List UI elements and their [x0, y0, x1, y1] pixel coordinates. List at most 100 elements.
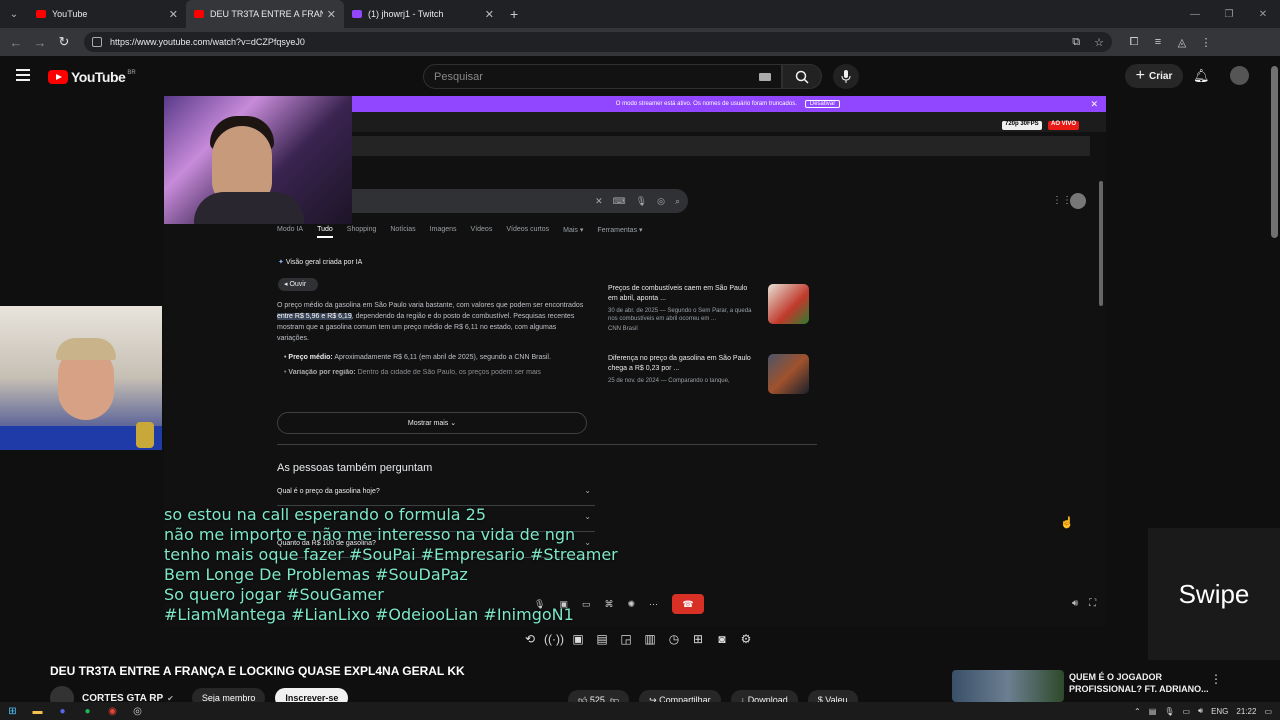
picture-in-picture-icon[interactable]: ◲ — [614, 632, 638, 646]
more-options-icon[interactable]: ⋮ — [1210, 672, 1222, 686]
bookmark-star-icon[interactable]: ☆ — [1094, 36, 1104, 49]
media-controls-icon[interactable]: ≡ — [1146, 36, 1170, 49]
chrome-menu-icon[interactable]: ⋮ — [1194, 36, 1218, 49]
maximize-icon[interactable]: ❐ — [1212, 0, 1246, 28]
player-right-controls: 🔊︎ ⛶ — [1064, 598, 1096, 609]
keyboard-icon[interactable] — [759, 72, 772, 81]
back-icon[interactable]: ← — [4, 30, 28, 54]
twitch-favicon-icon — [352, 10, 362, 18]
volume-icon[interactable]: 🔊︎ — [1198, 706, 1203, 716]
close-tab-icon[interactable]: ✕ — [485, 8, 494, 21]
news-card: Preços de combustíveis caem em São Paulo… — [608, 284, 813, 344]
clapper-icon[interactable]: ▤ — [590, 632, 614, 646]
quality-badge: 720p 30FPS — [1002, 121, 1042, 130]
chrome-icon[interactable]: ◉ — [100, 702, 125, 720]
swipe-panel[interactable]: Swipe — [1148, 528, 1280, 660]
reload-icon[interactable]: ↻ — [52, 30, 76, 54]
google-nav-item: Vídeos curtos — [506, 226, 550, 233]
caption-line: so estou na call esperando o formula 25 — [164, 505, 487, 524]
user-avatar[interactable] — [1230, 66, 1249, 85]
extensions-icon[interactable]: ⧠ — [1122, 36, 1146, 49]
country-code: BR — [127, 70, 136, 76]
clock[interactable]: 21:22 — [1236, 707, 1256, 716]
new-tab-icon[interactable]: + — [510, 6, 518, 22]
bullet-label: Variação por região: — [288, 369, 356, 376]
screen-share-icon: ▭ — [581, 598, 591, 609]
volume-icon[interactable]: 🔊︎ — [1072, 598, 1078, 609]
broadcast-icon[interactable]: ((·)) — [542, 632, 566, 646]
deactivate-button[interactable]: Desativar — [804, 100, 841, 108]
lens-icon: ◎ — [657, 195, 665, 206]
close-banner-icon[interactable]: ✕ — [1090, 99, 1098, 110]
notifications-icon[interactable]: ▭ — [1264, 707, 1272, 716]
subtitles-icon[interactable]: ▥ — [638, 632, 662, 646]
google-nav-item: Vídeos — [470, 226, 493, 233]
url-text: https://www.youtube.com/watch?v=dCZPfqsy… — [110, 37, 305, 47]
clear-icon: ✕ — [595, 195, 603, 206]
screenshot-icon[interactable]: ▣ — [566, 632, 590, 646]
windows-start-icon[interactable]: ⊞ — [0, 702, 25, 720]
network-icon[interactable]: ▭ — [1182, 707, 1190, 716]
microphone-icon: 🎙︎ — [635, 195, 648, 206]
stream-url-bar — [350, 136, 1090, 156]
app-icon[interactable]: ◎ — [125, 702, 150, 720]
cast-icon[interactable]: ⧉ — [1072, 36, 1080, 49]
add-icon[interactable]: ⊞ — [686, 632, 710, 646]
fullscreen-icon[interactable]: ⛶ — [1089, 598, 1096, 609]
show-more-button: Mostrar mais ⌄ — [277, 412, 587, 434]
youtube-logo[interactable]: YouTube BR — [48, 69, 136, 85]
loop-icon[interactable]: ⟲ — [518, 632, 542, 646]
related-video[interactable]: QUEM É O JOGADOR PROFISSIONAL? FT. ADRIA… — [952, 670, 1272, 702]
browser-tab-video[interactable]: DEU TR3TA ENTRE A FRANÇA E ✕ — [186, 0, 344, 28]
youtube-header: YouTube BR Pesquisar + Criar 🔔︎ — [0, 56, 1280, 96]
address-bar[interactable]: https://www.youtube.com/watch?v=dCZPfqsy… — [84, 32, 1112, 52]
file-explorer-icon[interactable]: ▬ — [25, 702, 50, 720]
related-title[interactable]: QUEM É O JOGADOR PROFISSIONAL? FT. ADRIA… — [1069, 671, 1209, 695]
browser-tab-twitch[interactable]: (1) jhowrj1 - Twitch ✕ — [344, 0, 502, 28]
stream-browser-tabs — [350, 112, 1106, 132]
bullet-label: Preço médio: — [288, 354, 333, 361]
close-tab-icon[interactable]: ✕ — [327, 8, 336, 21]
browser-tab-youtube[interactable]: YouTube ✕ — [28, 0, 186, 28]
overlay-webcam — [0, 306, 162, 450]
related-thumbnail[interactable] — [952, 670, 1064, 702]
close-window-icon[interactable]: ✕ — [1246, 0, 1280, 28]
windows-taskbar: ⊞ ▬ ● ● ◉ ◎ ⌃ ▤ 🎙︎ ▭ 🔊︎ ENG 21:22 ▭ — [0, 702, 1280, 720]
notifications-bell-icon[interactable]: 🔔︎ — [1193, 68, 1210, 84]
bullet-item: • Preço médio: Aproximadamente R$ 6,11 (… — [284, 354, 551, 361]
close-tab-icon[interactable]: ✕ — [169, 8, 178, 21]
video-player[interactable]: O modo streamer está ativo. Os nomes de … — [164, 96, 1106, 626]
tray-chevron-icon[interactable]: ⌃ — [1134, 707, 1141, 716]
camera-icon[interactable]: ◙ — [710, 632, 734, 646]
settings-gear-icon[interactable]: ⚙ — [734, 632, 758, 646]
page-scrollbar[interactable] — [1271, 66, 1278, 238]
search-input[interactable]: Pesquisar — [423, 64, 783, 89]
search-placeholder: Pesquisar — [434, 70, 483, 83]
speed-icon[interactable]: ◷ — [662, 632, 686, 646]
create-button[interactable]: + Criar — [1125, 64, 1183, 88]
microphone-icon[interactable]: 🎙︎ — [1164, 707, 1174, 716]
search-button[interactable] — [782, 64, 822, 89]
site-info-icon[interactable] — [92, 37, 102, 47]
forward-icon[interactable]: → — [28, 30, 52, 54]
bullet-text: Dentro da cidade de São Paulo, os preços… — [355, 369, 541, 376]
call-controls: 🎙︎ ▣ ▭ ⌘ ✺ ⋯ ☎ — [534, 594, 718, 614]
voice-search-button[interactable] — [833, 64, 859, 89]
tab-search-icon[interactable]: ⌄ — [0, 0, 28, 28]
people-also-ask-title: As pessoas também perguntam — [277, 462, 433, 474]
youtube-favicon-icon — [194, 10, 204, 18]
spotify-icon[interactable]: ● — [75, 702, 100, 720]
minimize-icon[interactable]: — — [1178, 0, 1212, 28]
listen-label: Ouvir — [289, 281, 307, 288]
ai-text: O preço médio da gasolina em São Paulo v… — [277, 302, 584, 309]
gamepad-icon: ⌘ — [604, 598, 614, 609]
ai-overview-text: O preço médio da gasolina em São Paulo v… — [277, 300, 589, 344]
language-indicator[interactable]: ENG — [1211, 707, 1228, 716]
profile-icon[interactable]: ◬ — [1170, 36, 1194, 49]
tray-app-icon[interactable]: ▤ — [1149, 707, 1157, 716]
google-nav-item: Modo IA — [277, 226, 304, 233]
discord-icon[interactable]: ● — [50, 702, 75, 720]
news-desc: 25 de nov. de 2024 — Comparando o tanque… — [608, 378, 730, 384]
menu-icon[interactable] — [16, 69, 30, 81]
google-nav-item: Ferramentas ▾ — [597, 227, 643, 234]
